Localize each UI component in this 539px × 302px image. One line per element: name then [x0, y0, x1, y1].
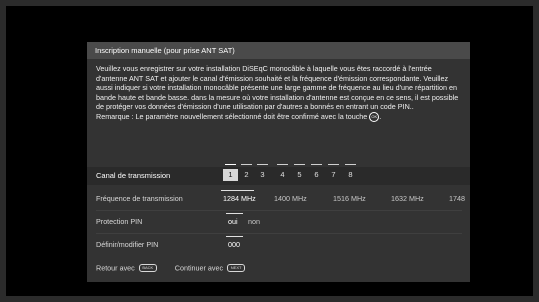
channel-option-2[interactable]: 2 — [239, 164, 254, 181]
dialog-title: Inscription manuelle (pour prise ANT SAT… — [87, 42, 470, 59]
pin-define-label: Définir/modifier PIN — [96, 240, 159, 249]
channel-option-7[interactable]: 7 — [326, 164, 341, 181]
description-text: Veuillez vous enregistrer sur votre inst… — [96, 64, 459, 112]
continue-hint-label: Continuer avec — [174, 263, 224, 273]
pin-protection-option-non[interactable]: non — [248, 211, 260, 233]
frequency-option-1748[interactable]: 1748 — [449, 188, 465, 210]
tv-screen: Inscription manuelle (pour prise ANT SAT… — [6, 6, 533, 296]
channel-row[interactable]: Canal de transmission 1 2 3 4 5 6 7 8 — [87, 164, 470, 187]
continue-key-icon[interactable]: NEXT — [227, 264, 246, 273]
pin-define-row[interactable]: Définir/modifier PIN 000 — [87, 234, 470, 256]
remark-text: Remarque : Le paramètre nouvellement sél… — [96, 111, 368, 121]
back-key-icon[interactable]: BACK — [138, 264, 157, 273]
pin-protection-label: Protection PIN — [96, 217, 143, 226]
channel-label: Canal de transmission — [96, 171, 171, 180]
channel-option-5[interactable]: 5 — [292, 164, 307, 181]
dialog-footer: Retour avec BACK Continuer avec NEXT — [96, 263, 246, 273]
channel-option-3[interactable]: 3 — [255, 164, 270, 181]
pin-define-marker — [226, 236, 243, 237]
frequency-option-1516[interactable]: 1516 MHz — [333, 188, 366, 210]
channel-option-6[interactable]: 6 — [309, 164, 324, 181]
frequency-option-1632[interactable]: 1632 MHz — [391, 188, 424, 210]
ok-button-icon: OK — [369, 112, 380, 123]
frequency-option-1284[interactable]: 1284 MHz — [223, 188, 256, 210]
remark-end: . — [379, 111, 382, 121]
manual-entry-dialog: Inscription manuelle (pour prise ANT SAT… — [87, 42, 470, 282]
channel-option-1[interactable]: 1 — [223, 164, 238, 181]
frequency-row[interactable]: Fréquence de transmission 1284 MHz 1400 … — [87, 188, 470, 210]
dialog-description: Veuillez vous enregistrer sur votre inst… — [96, 64, 462, 123]
frequency-label: Fréquence de transmission — [96, 194, 183, 203]
frequency-selected-marker — [221, 190, 254, 191]
pin-protection-selected-marker — [226, 213, 243, 214]
frequency-option-1400[interactable]: 1400 MHz — [274, 188, 307, 210]
back-hint-label: Retour avec — [96, 263, 135, 273]
channel-option-8[interactable]: 8 — [343, 164, 358, 181]
pin-protection-option-oui[interactable]: oui — [228, 211, 238, 233]
channel-option-4[interactable]: 4 — [275, 164, 290, 181]
pin-protection-row[interactable]: Protection PIN oui non — [87, 211, 470, 233]
pin-code-input[interactable]: 000 — [228, 234, 240, 256]
